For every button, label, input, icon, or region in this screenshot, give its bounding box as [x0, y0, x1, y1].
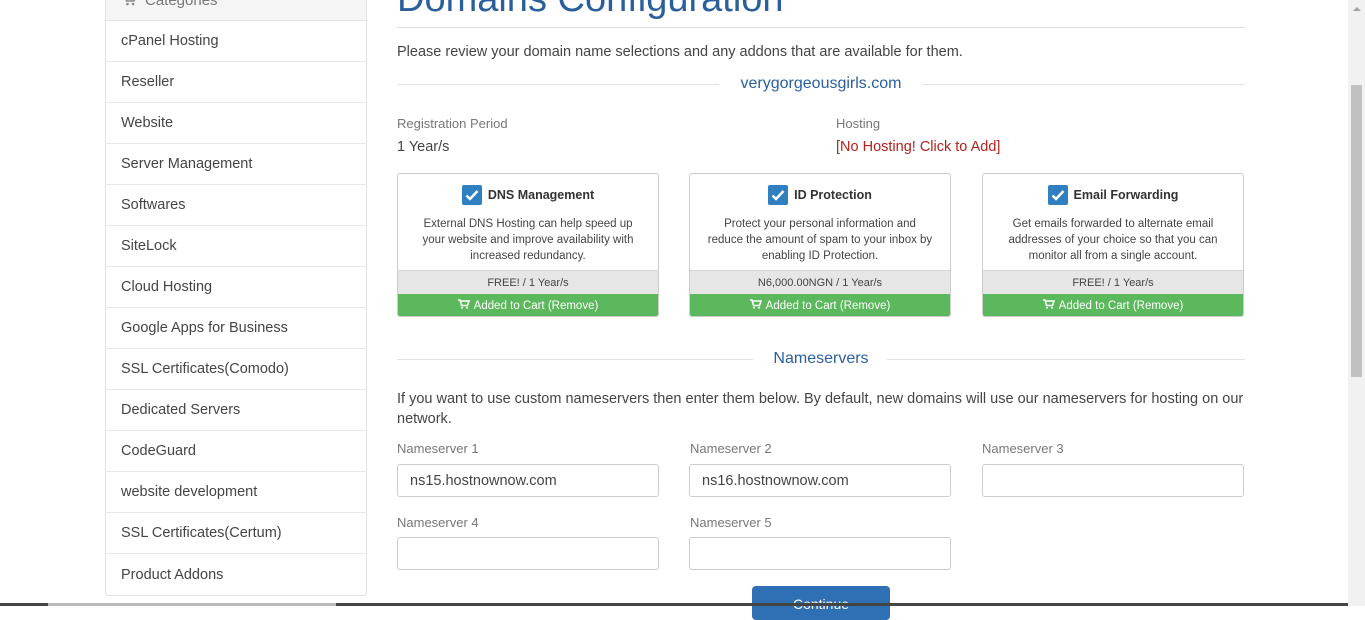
- addon-title: DNS Management: [487, 188, 595, 202]
- addon-button-label: Added to Cart (Remove): [1058, 299, 1184, 312]
- nameserver-4-input[interactable]: [397, 537, 659, 570]
- sidebar-item-label: website development: [121, 484, 258, 500]
- checkmark-icon: [465, 190, 479, 201]
- addon-price: N6,000.00NGN / 1 Year/s: [690, 270, 950, 294]
- nameservers-heading-wrap: Nameservers: [397, 349, 1245, 369]
- sidebar-item-cloud-hosting[interactable]: Cloud Hosting: [106, 267, 366, 308]
- categories-header: Categories: [106, 0, 366, 21]
- nameservers-heading: Nameservers: [755, 350, 887, 367]
- sidebar-item-label: Cloud Hosting: [121, 279, 213, 295]
- nameserver-1-label: Nameserver 1: [397, 441, 479, 456]
- sidebar-item-cpanel-hosting[interactable]: cPanel Hosting: [106, 21, 366, 62]
- addon-description: External DNS Hosting can help speed up y…: [422, 218, 634, 262]
- nameserver-2-label: Nameserver 2: [690, 441, 772, 456]
- shopping-cart-icon: [122, 0, 137, 9]
- shopping-cart-icon: [1042, 299, 1055, 312]
- id-protection-checkbox[interactable]: [768, 185, 789, 205]
- registration-period-label: Registration Period: [397, 116, 508, 131]
- addon-price: FREE! / 1 Year/s: [983, 270, 1243, 294]
- sidebar-item-codeguard[interactable]: CodeGuard: [106, 431, 366, 472]
- nameserver-4-label: Nameserver 4: [397, 515, 479, 530]
- sidebar-item-label: SSL Certificates(Certum): [121, 525, 282, 541]
- scroll-up-arrow-icon[interactable]: [1348, 0, 1365, 17]
- add-hosting-link[interactable]: [No Hosting! Click to Add]: [836, 139, 1000, 155]
- sidebar-item-ssl-comodo[interactable]: SSL Certificates(Comodo): [106, 349, 366, 390]
- checkmark-icon: [1051, 190, 1064, 201]
- addon-price: FREE! / 1 Year/s: [398, 270, 658, 294]
- nameserver-2-input[interactable]: [689, 464, 951, 497]
- shopping-cart-icon: [749, 299, 762, 312]
- sidebar-item-website[interactable]: Website: [106, 103, 366, 144]
- dns-management-checkbox[interactable]: [461, 185, 482, 205]
- domain-heading-wrap: verygorgeousgirls.com: [397, 74, 1245, 94]
- sidebar-item-label: Dedicated Servers: [121, 402, 241, 418]
- sidebar-item-label: Product Addons: [121, 566, 224, 583]
- nameserver-5-input[interactable]: [689, 537, 951, 570]
- nameserver-3-input[interactable]: [982, 464, 1244, 497]
- remove-id-protection-button[interactable]: Added to Cart (Remove): [690, 294, 950, 316]
- sidebar-item-reseller[interactable]: Reseller: [106, 62, 366, 103]
- registration-period-value: 1 Year/s: [397, 139, 450, 155]
- sidebar-item-softwares[interactable]: Softwares: [106, 185, 366, 226]
- addon-title: Email Forwarding: [1073, 188, 1179, 202]
- nameservers-intro: If you want to use custom nameservers th…: [397, 391, 1244, 427]
- sidebar-item-label: Softwares: [121, 197, 186, 213]
- sidebar-item-dedicated-servers[interactable]: Dedicated Servers: [106, 390, 366, 431]
- sidebar-item-label: Reseller: [121, 74, 175, 90]
- addon-button-label: Added to Cart (Remove): [473, 299, 599, 312]
- vertical-scrollbar[interactable]: [1348, 0, 1365, 606]
- nameserver-5-label: Nameserver 5: [690, 515, 772, 530]
- sidebar-item-label: Google Apps for Business: [121, 320, 288, 336]
- addon-header: DNS Management: [398, 174, 658, 216]
- sidebar-item-label: SSL Certificates(Comodo): [121, 361, 289, 377]
- sidebar-item-google-apps[interactable]: Google Apps for Business: [106, 308, 366, 349]
- sidebar-item-sitelock[interactable]: SiteLock: [106, 226, 366, 267]
- sidebar-item-label: Server Management: [121, 156, 253, 172]
- checkmark-icon: [771, 190, 785, 201]
- addon-header: Email Forwarding: [983, 174, 1243, 216]
- addon-description: Get emails forwarded to alternate email …: [1008, 218, 1218, 262]
- domain-name-heading: verygorgeousgirls.com: [722, 75, 920, 92]
- addon-dns-management: DNS Management External DNS Hosting can …: [397, 173, 659, 317]
- addon-title: ID Protection: [794, 188, 872, 202]
- email-forwarding-checkbox[interactable]: [1047, 185, 1068, 205]
- addon-header: ID Protection: [690, 174, 950, 216]
- sidebar-item-label: Website: [121, 115, 174, 131]
- sidebar-item-ssl-certum[interactable]: SSL Certificates(Certum): [106, 513, 366, 554]
- nameserver-1-input[interactable]: [397, 464, 659, 497]
- categories-title: Categories: [145, 0, 218, 9]
- sidebar-item-product-addons[interactable]: Product Addons: [106, 554, 366, 595]
- sidebar-item-website-development[interactable]: website development: [106, 472, 366, 513]
- categories-panel: Categories cPanel Hosting Reseller Websi…: [105, 0, 367, 596]
- sidebar-item-label: cPanel Hosting: [121, 33, 219, 49]
- sidebar-item-label: SiteLock: [121, 238, 177, 254]
- hosting-label: Hosting: [836, 116, 881, 131]
- addon-description: Protect your personal information and re…: [707, 218, 933, 262]
- sidebar-item-label: CodeGuard: [121, 443, 196, 459]
- remove-email-forwarding-button[interactable]: Added to Cart (Remove): [983, 294, 1243, 316]
- addon-button-label: Added to Cart (Remove): [765, 299, 891, 312]
- sidebar-item-server-management[interactable]: Server Management: [106, 144, 366, 185]
- domain-divider: verygorgeousgirls.com: [397, 74, 1245, 94]
- remove-dns-management-button[interactable]: Added to Cart (Remove): [398, 294, 658, 316]
- page-title: Domains Configuration: [397, 0, 784, 22]
- intro-text: Please review your domain name selection…: [397, 44, 963, 60]
- shopping-cart-icon: [457, 299, 470, 312]
- scrollbar-thumb[interactable]: [1351, 85, 1362, 377]
- nameserver-3-label: Nameserver 3: [982, 441, 1064, 456]
- addon-id-protection: ID Protection Protect your personal info…: [689, 173, 951, 317]
- addon-email-forwarding: Email Forwarding Get emails forwarded to…: [982, 173, 1244, 317]
- nameservers-divider: Nameservers: [397, 349, 1245, 369]
- title-divider: [397, 27, 1245, 28]
